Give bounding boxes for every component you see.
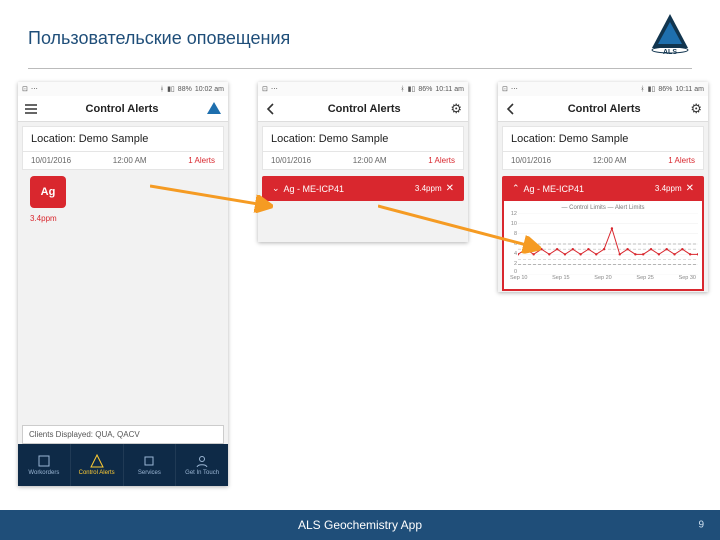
- tab-get-in-touch[interactable]: Get In Touch: [176, 444, 228, 486]
- alert-value: 3.4ppm: [655, 184, 682, 193]
- battery-text: 86%: [658, 86, 672, 93]
- screenshot-icon: ⊡: [502, 85, 508, 93]
- app-bar: Control Alerts ⚙: [258, 96, 468, 122]
- alert-value: 3.4ppm: [415, 184, 442, 193]
- signal-icon: ▮▯: [408, 85, 416, 93]
- als-logo: ALS: [648, 12, 692, 56]
- battery-text: 86%: [418, 86, 432, 93]
- bluetooth-icon: ᚼ: [160, 86, 164, 93]
- alert-count: 1 Alerts: [188, 156, 215, 165]
- alert-label: Ag - ME-ICP41: [524, 184, 585, 194]
- element-chip[interactable]: Ag: [30, 176, 66, 208]
- meta-time: 12:00 AM: [113, 156, 147, 165]
- tab-label: Workorders: [28, 470, 59, 476]
- page-number: 9: [698, 520, 704, 531]
- tab-services[interactable]: Services: [124, 444, 177, 486]
- signal-icon: ▮▯: [648, 85, 656, 93]
- tab-label: Get In Touch: [185, 470, 219, 476]
- more-icon: ⋯: [271, 85, 278, 93]
- bluetooth-icon: ᚼ: [400, 86, 404, 93]
- bluetooth-icon: ᚼ: [640, 86, 644, 93]
- slide-title: Пользовательские оповещения: [28, 28, 290, 49]
- gear-icon[interactable]: ⚙: [450, 101, 462, 117]
- meta-time: 12:00 AM: [593, 156, 627, 165]
- android-statusbar: ⊡ ⋯ ᚼ ▮▯ 86% 10:11 am: [498, 82, 708, 96]
- android-statusbar: ⊡ ⋯ ᚼ ▮▯ 86% 10:11 am: [258, 82, 468, 96]
- back-icon[interactable]: [504, 102, 518, 116]
- meta-row: 10/01/2016 12:00 AM 1 Alerts: [262, 152, 464, 170]
- battery-text: 88%: [178, 86, 192, 93]
- screenshot-icon: ⊡: [22, 85, 28, 93]
- bottom-tabbar: Workorders Control Alerts Services Get I…: [18, 444, 228, 486]
- phone-screenshot-collapsed: ⊡ ⋯ ᚼ ▮▯ 88% 10:02 am Control Alerts Loc…: [18, 82, 228, 486]
- status-time: 10:11 am: [675, 86, 704, 93]
- tab-label: Services: [138, 470, 161, 476]
- location-header[interactable]: Location: Demo Sample: [22, 126, 224, 152]
- flow-arrow-1: [150, 178, 280, 218]
- slide-footer: ALS Geochemistry App 9: [0, 510, 720, 540]
- meta-date: 10/01/2016: [31, 156, 71, 165]
- hamburger-icon[interactable]: [24, 102, 38, 116]
- tab-label: Control Alerts: [79, 470, 115, 476]
- more-icon: ⋯: [31, 85, 38, 93]
- status-time: 10:02 am: [195, 86, 224, 93]
- appbar-title: Control Alerts: [568, 103, 641, 115]
- appbar-title: Control Alerts: [328, 103, 401, 115]
- clients-displayed-bar[interactable]: Clients Displayed: QUA, QACV: [22, 425, 224, 444]
- als-mini-logo: [206, 101, 222, 117]
- phone-screenshot-chart: ⊡ ⋯ ᚼ ▮▯ 86% 10:11 am Control Alerts ⚙ L…: [498, 82, 708, 292]
- signal-icon: ▮▯: [167, 85, 175, 93]
- alert-label: Ag - ME-ICP41: [284, 184, 345, 194]
- back-icon[interactable]: [264, 102, 278, 116]
- more-icon: ⋯: [511, 85, 518, 93]
- header-rule: [28, 68, 692, 69]
- app-bar: Control Alerts ⚙: [498, 96, 708, 122]
- meta-row: 10/01/2016 12:00 AM 1 Alerts: [22, 152, 224, 170]
- meta-date: 10/01/2016: [271, 156, 311, 165]
- location-header[interactable]: Location: Demo Sample: [262, 126, 464, 152]
- alert-row-expanded[interactable]: ⌃ Ag - ME-ICP41 3.4ppm ✕: [502, 176, 704, 201]
- app-bar: Control Alerts: [18, 96, 228, 122]
- chevron-up-icon: ⌃: [512, 183, 520, 194]
- close-icon[interactable]: ✕: [686, 183, 694, 194]
- svg-text:ALS: ALS: [663, 49, 677, 56]
- flow-arrow-2: [378, 200, 548, 260]
- status-time: 10:11 am: [435, 86, 464, 93]
- meta-row: 10/01/2016 12:00 AM 1 Alerts: [502, 152, 704, 170]
- alert-row-collapsed[interactable]: ⌄Ag - ME-ICP41 3.4ppm✕: [262, 176, 464, 201]
- alert-count: 1 Alerts: [428, 156, 455, 165]
- android-statusbar: ⊡ ⋯ ᚼ ▮▯ 88% 10:02 am: [18, 82, 228, 96]
- tab-control-alerts[interactable]: Control Alerts: [71, 444, 124, 486]
- footer-title: ALS Geochemistry App: [298, 518, 422, 532]
- close-icon[interactable]: ✕: [446, 183, 454, 194]
- alert-count: 1 Alerts: [668, 156, 695, 165]
- meta-time: 12:00 AM: [353, 156, 387, 165]
- tab-workorders[interactable]: Workorders: [18, 444, 71, 486]
- appbar-title: Control Alerts: [86, 103, 159, 115]
- chart-x-axis: Sep 10 Sep 15 Sep 20 Sep 25 Sep 30: [508, 275, 698, 281]
- location-header[interactable]: Location: Demo Sample: [502, 126, 704, 152]
- meta-date: 10/01/2016: [511, 156, 551, 165]
- screenshot-icon: ⊡: [262, 85, 268, 93]
- gear-icon[interactable]: ⚙: [690, 101, 702, 117]
